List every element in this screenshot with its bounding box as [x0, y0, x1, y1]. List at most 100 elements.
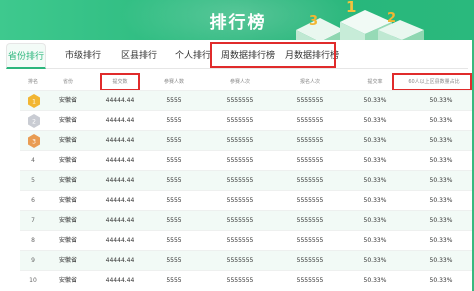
column-header-province: 省份	[62, 79, 73, 85]
submit-rate-cell: 50.33%	[363, 217, 387, 224]
submit-rate-cell: 50.33%	[363, 97, 387, 104]
table-row: 5 安徽省 44444.44 5555 5555555 5555555 50.33% 50.3…	[20, 170, 472, 190]
table-row: 6 安徽省 44444.44 5555 5555555 5555555 50.33% 50.3…	[20, 190, 472, 210]
participant-times-cell: 5555555	[226, 217, 254, 224]
tab-district[interactable]: 区县排行	[114, 43, 164, 69]
svg-text:1: 1	[346, 0, 356, 16]
bronze-medal-icon: 3	[28, 134, 40, 148]
district-ratio-cell: 50.33%	[429, 137, 453, 144]
signup-times-cell: 5555555	[296, 257, 324, 264]
submit-rate-cell: 50.33%	[363, 197, 387, 204]
rank-cell: 8	[31, 237, 35, 244]
tab-monthly[interactable]: 月数据排行榜	[282, 43, 342, 69]
signup-times-cell: 5555555	[296, 137, 324, 144]
submit-rate-cell: 50.33%	[363, 177, 387, 184]
province-cell: 安徽省	[58, 117, 77, 124]
ranking-tabs: 省份排行 市级排行 区县排行 个人排行 周数据排行榜 月数据排行榜	[6, 43, 468, 69]
column-header-submit-rate: 提交率	[367, 79, 383, 85]
column-header-rank: 排名	[27, 79, 38, 85]
submissions-cell: 44444.44	[105, 97, 135, 104]
page-title: 排行榜	[209, 13, 267, 33]
rank-cell: 9	[31, 257, 35, 264]
medal-rank-label: 1	[32, 99, 36, 106]
submit-rate-cell: 50.33%	[363, 277, 387, 284]
column-header-signup-times: 报名人次	[299, 79, 320, 85]
submissions-cell: 44444.44	[105, 257, 135, 264]
district-ratio-cell: 50.33%	[429, 157, 453, 164]
rank-cell: 5	[31, 177, 35, 184]
province-cell: 安徽省	[58, 157, 77, 164]
tab-city[interactable]: 市级排行	[58, 43, 108, 69]
participant-times-cell: 5555555	[226, 237, 254, 244]
rank-cell: 4	[31, 157, 35, 164]
rank-cell: 10	[29, 277, 37, 284]
signup-times-cell: 5555555	[296, 177, 324, 184]
participants-cell: 5555	[166, 277, 182, 284]
signup-times-cell: 5555555	[296, 97, 324, 104]
participants-cell: 5555	[166, 177, 182, 184]
participant-times-cell: 5555555	[226, 137, 254, 144]
participant-times-cell: 5555555	[226, 277, 254, 284]
table-header: 排名 省份 提交数 参赛人数 参赛人次 报名人次 提交率 60人以上区县数量占比	[20, 74, 472, 90]
district-ratio-cell: 50.33%	[429, 237, 453, 244]
table-row: 9 安徽省 44444.44 5555 5555555 5555555 50.33% 50.3…	[20, 250, 472, 270]
submissions-cell: 44444.44	[105, 277, 135, 284]
column-header-district-ratio: 60人以上区县数量占比	[408, 79, 460, 85]
submissions-cell: 44444.44	[105, 217, 135, 224]
participants-cell: 5555	[166, 137, 182, 144]
province-cell: 安徽省	[58, 137, 77, 144]
signup-times-cell: 5555555	[296, 217, 324, 224]
participant-times-cell: 5555555	[226, 97, 254, 104]
table-row: 4 安徽省 44444.44 5555 5555555 5555555 50.33% 50.3…	[20, 150, 472, 170]
province-cell: 安徽省	[58, 277, 77, 284]
submissions-cell: 44444.44	[105, 237, 135, 244]
participants-cell: 5555	[166, 257, 182, 264]
district-ratio-cell: 50.33%	[429, 117, 453, 124]
tab-province[interactable]: 省份排行	[6, 43, 46, 69]
participants-cell: 5555	[166, 97, 182, 104]
gold-medal-icon: 1	[28, 94, 40, 108]
province-cell: 安徽省	[58, 177, 77, 184]
tab-weekly[interactable]: 周数据排行榜	[218, 43, 278, 69]
participant-times-cell: 5555555	[226, 257, 254, 264]
province-cell: 安徽省	[58, 97, 77, 104]
medal-rank-label: 2	[32, 119, 36, 126]
submissions-cell: 44444.44	[105, 137, 135, 144]
district-ratio-cell: 50.33%	[429, 277, 453, 284]
signup-times-cell: 5555555	[296, 117, 324, 124]
participant-times-cell: 5555555	[226, 117, 254, 124]
submissions-cell: 44444.44	[105, 197, 135, 204]
participant-times-cell: 5555555	[226, 157, 254, 164]
district-ratio-cell: 50.33%	[429, 257, 453, 264]
column-header-submissions: 提交数	[112, 79, 128, 85]
participants-cell: 5555	[166, 197, 182, 204]
svg-text:2: 2	[387, 11, 396, 26]
participant-times-cell: 5555555	[226, 197, 254, 204]
submit-rate-cell: 50.33%	[363, 137, 387, 144]
district-ratio-cell: 50.33%	[429, 177, 453, 184]
tab-individual[interactable]: 个人排行	[168, 43, 218, 69]
header-banner: 3 1 2 排行榜	[0, 0, 474, 40]
participants-cell: 5555	[166, 217, 182, 224]
table-row: 10 安徽省 44444.44 5555 5555555 5555555 50.33% 50.…	[20, 270, 472, 290]
table-row: 1 安徽省 44444.44 5555 5555555 5555555 50.33% 50.3…	[20, 90, 472, 110]
district-ratio-cell: 50.33%	[429, 197, 453, 204]
submit-rate-cell: 50.33%	[363, 237, 387, 244]
silver-medal-icon: 2	[28, 114, 40, 128]
rank-cell: 7	[31, 217, 35, 224]
signup-times-cell: 5555555	[296, 157, 324, 164]
participants-cell: 5555	[166, 117, 182, 124]
svg-text:3: 3	[309, 14, 318, 29]
column-header-participants: 参赛人数	[163, 79, 184, 85]
district-ratio-cell: 50.33%	[429, 217, 453, 224]
medal-rank-label: 3	[32, 139, 36, 146]
column-header-participant-times: 参赛人次	[229, 79, 250, 85]
province-cell: 安徽省	[58, 257, 77, 264]
district-ratio-cell: 50.33%	[429, 97, 453, 104]
province-cell: 安徽省	[58, 197, 77, 204]
signup-times-cell: 5555555	[296, 197, 324, 204]
submissions-cell: 44444.44	[105, 157, 135, 164]
submit-rate-cell: 50.33%	[363, 157, 387, 164]
participant-times-cell: 5555555	[226, 177, 254, 184]
rank-cell: 6	[31, 197, 35, 204]
